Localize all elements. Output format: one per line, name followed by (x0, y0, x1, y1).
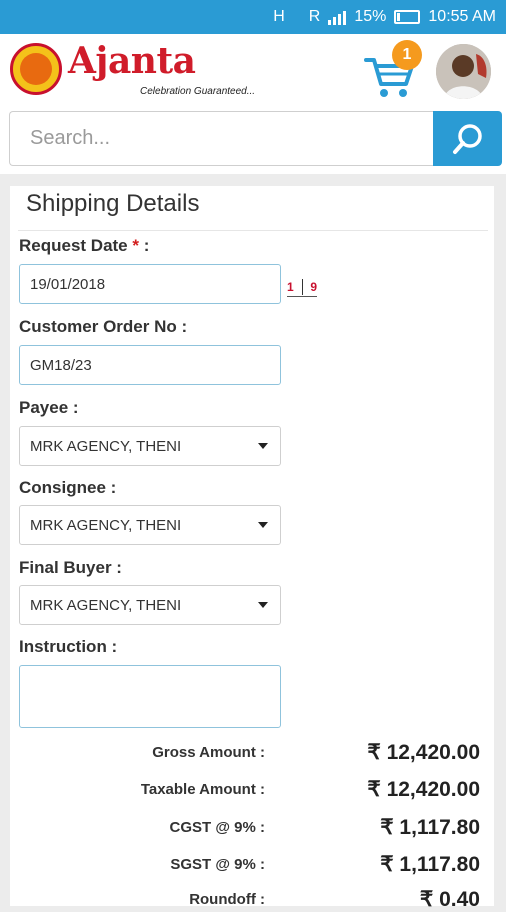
request-date-colon: : (143, 236, 150, 255)
calendar-separator (301, 278, 303, 295)
gross-amount-label: Gross Amount : (152, 744, 265, 761)
shipping-details-card: Shipping Details Request Date * : 19/01/… (10, 186, 494, 911)
brand-name[interactable]: Ajanta (68, 40, 196, 82)
battery-icon (394, 10, 421, 24)
calendar-day-1: 1 (287, 279, 294, 294)
dropdown-caret-icon (258, 443, 268, 449)
search-bar (0, 106, 506, 174)
avatar-photo (436, 44, 491, 99)
customer-order-field[interactable]: GM18/23 (19, 345, 281, 385)
payee-label: Payee : (19, 398, 79, 417)
search-button[interactable] (433, 111, 502, 166)
cgst-label: CGST @ 9% : (169, 819, 265, 836)
status-bar: H R 15% 10:55 AM (0, 0, 506, 34)
app-header: Ajanta Celebration Guaranteed... 1 (0, 34, 506, 106)
payee-select[interactable]: MRK AGENCY, THENI (19, 426, 281, 466)
user-avatar[interactable] (436, 44, 491, 99)
consignee-label: Consignee : (19, 478, 117, 497)
request-date-label-text: Request Date (19, 236, 128, 255)
request-date-label: Request Date * : (19, 236, 149, 256)
final-buyer-select[interactable]: MRK AGENCY, THENI (19, 585, 281, 625)
brand-tagline: Celebration Guaranteed... (140, 86, 256, 97)
final-buyer-selected-value: MRK AGENCY, THENI (30, 596, 182, 614)
gross-amount-value: ₹ 12,420.00 (367, 741, 480, 764)
battery-percent: 15% (354, 8, 387, 25)
instruction-textarea[interactable] (19, 665, 281, 728)
signal-icon (328, 9, 347, 25)
taxable-amount-value: ₹ 12,420.00 (367, 778, 480, 801)
consignee-select[interactable]: MRK AGENCY, THENI (19, 505, 281, 545)
cgst-value: ₹ 1,117.80 (380, 816, 480, 839)
cart-count-badge[interactable]: 1 (392, 40, 422, 70)
network-h-indicator: H (273, 8, 285, 25)
title-divider (18, 230, 488, 231)
sgst-value: ₹ 1,117.80 (380, 853, 480, 876)
ajanta-logo-badge[interactable] (10, 43, 62, 95)
clock: 10:55 AM (428, 8, 496, 25)
calendar-icon[interactable]: 1 9 (287, 277, 317, 297)
page-title: Shipping Details (26, 190, 200, 217)
customer-order-label: Customer Order No : (19, 317, 188, 336)
dropdown-caret-icon (258, 522, 268, 528)
logo-emblem-icon (20, 53, 52, 85)
sgst-label: SGST @ 9% : (170, 856, 265, 873)
search-input[interactable] (9, 111, 433, 166)
final-buyer-label: Final Buyer : (19, 558, 122, 577)
search-icon (452, 123, 482, 154)
dropdown-caret-icon (258, 602, 268, 608)
instruction-label: Instruction : (19, 637, 118, 656)
network-r-indicator: R (308, 8, 321, 25)
calendar-day-2: 9 (310, 279, 317, 294)
request-date-field[interactable]: 19/01/2018 (19, 264, 281, 304)
consignee-selected-value: MRK AGENCY, THENI (30, 516, 182, 534)
payee-selected-value: MRK AGENCY, THENI (30, 437, 182, 455)
required-asterisk: * (132, 236, 139, 255)
taxable-amount-label: Taxable Amount : (140, 781, 265, 798)
